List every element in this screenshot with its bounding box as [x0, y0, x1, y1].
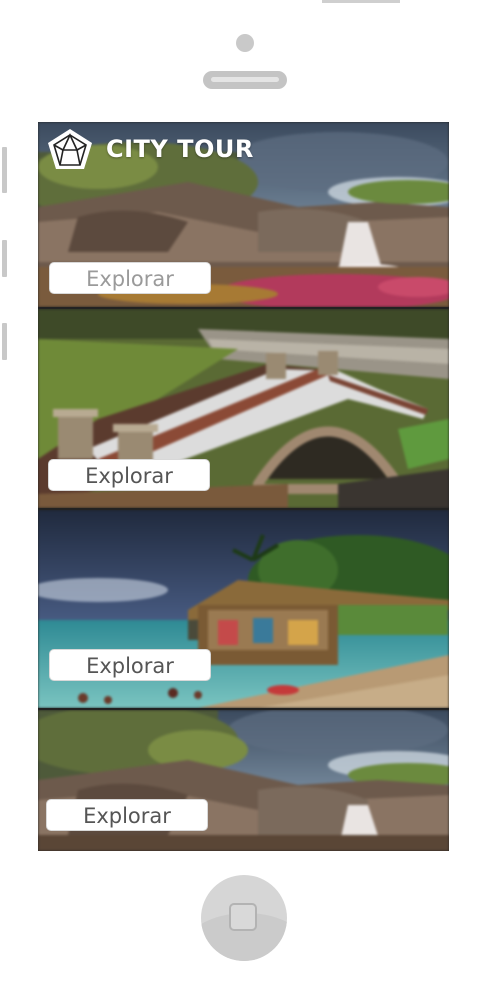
volume-up-button[interactable]: [2, 240, 7, 277]
explore-button-4[interactable]: Explorar: [46, 799, 208, 831]
speaker-grille-icon: [203, 71, 287, 89]
app-name: CITY TOUR: [106, 135, 254, 163]
phone-mockup: CITY TOUR Explorar Explorar Explorar Exp…: [0, 0, 480, 1000]
explore-button-1[interactable]: Explorar: [49, 262, 211, 294]
pentagon-logo-icon: [48, 129, 92, 169]
mute-switch[interactable]: [2, 147, 7, 193]
explore-button-2[interactable]: Explorar: [48, 459, 210, 491]
explore-button-3[interactable]: Explorar: [49, 649, 211, 681]
app-logo[interactable]: CITY TOUR: [46, 127, 254, 171]
volume-down-button[interactable]: [2, 323, 7, 360]
front-camera-icon: [236, 34, 254, 52]
home-square-icon: [229, 903, 257, 931]
home-button-icon[interactable]: [201, 875, 287, 961]
top-edge-strip: [322, 0, 400, 3]
